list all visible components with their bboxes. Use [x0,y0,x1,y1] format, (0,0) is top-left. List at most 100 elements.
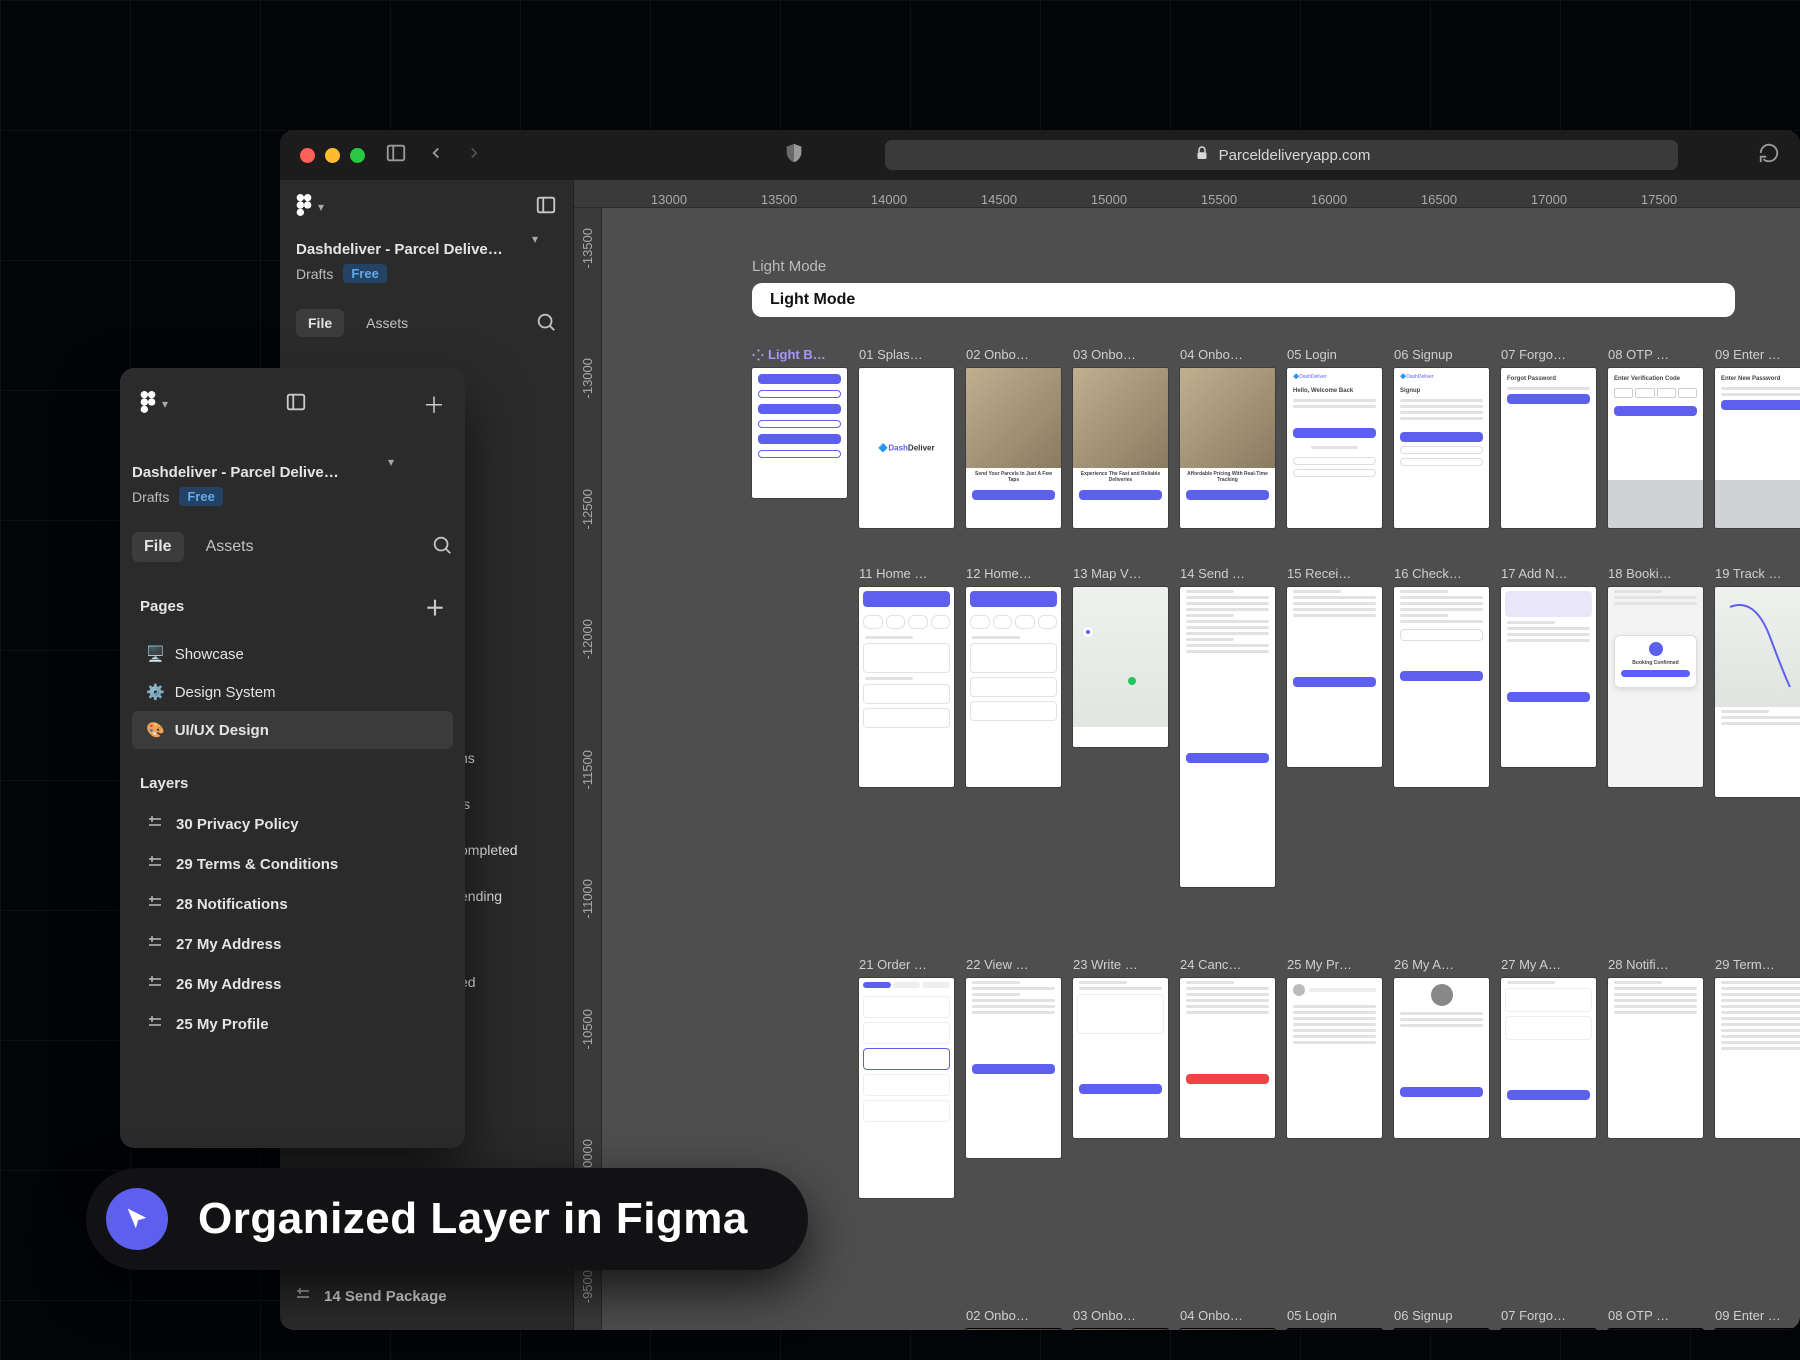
frame-title[interactable]: 17 Add N… [1501,566,1596,581]
search-icon[interactable] [535,311,557,336]
frame-title[interactable]: 07 Forgo… [1501,1308,1596,1323]
frame-title[interactable]: 24 Canc… [1180,957,1275,972]
frame-thumb[interactable]: Forgot Password [1501,368,1596,528]
layer-item[interactable]: 28 Notifications [132,884,453,924]
chevron-down-icon[interactable]: ▾ [162,397,168,411]
page-item-design-system[interactable]: ⚙️ Design System [132,673,453,711]
frame-thumb[interactable] [1073,587,1168,747]
frame-thumb[interactable] [1180,587,1275,887]
frame-thumb[interactable]: Send Your Parcels In Just A Few Taps [966,368,1061,528]
shield-icon[interactable] [783,142,805,169]
frame-title[interactable]: 25 My Pr… [1287,957,1382,972]
frame-title[interactable]: 03 Onbo… [1073,1308,1168,1323]
frame-thumb[interactable] [966,978,1061,1158]
frame-thumb[interactable] [966,587,1061,787]
frame-title[interactable]: 02 Onbo… [966,1308,1061,1323]
reload-icon[interactable] [1758,142,1780,169]
layer-item[interactable]: 30 Privacy Policy [132,804,453,844]
frame-title[interactable]: 04 Onbo… [1180,347,1275,362]
frame-title[interactable]: 11 Home … [859,566,954,581]
address-bar[interactable]: Parceldeliveryapp.com [885,140,1678,170]
chevron-down-icon[interactable]: ▾ [388,455,394,469]
frame-thumb[interactable]: Booking Confirmed [1608,587,1703,787]
chevron-down-icon[interactable]: ▾ [532,232,538,246]
layer-item[interactable]: 14 Send Package [294,1285,447,1307]
figma-canvas[interactable]: Light Mode Light Mode Light B… [602,208,1800,1330]
frame-title[interactable]: 01 Splas… [859,347,954,362]
frame-thumb[interactable] [1608,978,1703,1138]
frame-thumb[interactable]: Experience The Fast and Reliable Deliver… [1073,368,1168,528]
frame-thumb[interactable]: Enter New Password [1715,368,1800,528]
frame-title[interactable]: 06 Signup [1394,347,1489,362]
frame-thumb[interactable] [1715,587,1800,797]
frame-thumb[interactable]: Enter New Password [1715,1329,1800,1330]
frame-thumb[interactable] [966,1329,1061,1330]
frame-title[interactable]: 07 Forgo… [1501,347,1596,362]
free-badge[interactable]: Free [343,264,386,283]
page-item-showcase[interactable]: 🖥️ Showcase [132,635,453,673]
frame-title[interactable]: 21 Order … [859,957,954,972]
frame-title[interactable]: 06 Signup [1394,1308,1489,1323]
minimize-icon[interactable] [325,148,340,163]
section-title-pill[interactable]: Light Mode [752,283,1735,317]
layer-item[interactable]: 25 My Profile [132,1004,453,1044]
frame-title[interactable]: 13 Map V… [1073,566,1168,581]
add-page-icon[interactable]: ＋ [425,592,445,621]
frame-title[interactable]: 19 Track … [1715,566,1800,581]
file-title[interactable]: Dashdeliver - Parcel Delive… [296,241,526,258]
tab-file[interactable]: File [296,309,344,337]
panel-toggle-icon[interactable] [535,194,557,219]
frame-thumb[interactable] [1180,978,1275,1138]
window-controls[interactable] [300,148,365,163]
frame-thumb[interactable] [752,368,847,498]
frame-thumb[interactable] [1394,978,1489,1138]
frame-thumb[interactable] [1501,587,1596,767]
frame-thumb[interactable] [1287,587,1382,767]
frame-title[interactable]: 02 Onbo… [966,347,1061,362]
layer-item[interactable]: 27 My Address [132,924,453,964]
frame-title[interactable]: 22 View … [966,957,1061,972]
panel-toggle-icon[interactable] [285,391,307,418]
frame-title[interactable]: 03 Onbo… [1073,347,1168,362]
frame-title[interactable]: 12 Home… [966,566,1061,581]
frame-title[interactable]: 23 Write … [1073,957,1168,972]
frame-thumb[interactable] [1715,978,1800,1138]
frame-thumb[interactable]: Enter Verification Code [1608,368,1703,528]
frame-title[interactable]: 08 OTP … [1608,347,1703,362]
frame-title[interactable]: 26 My A… [1394,957,1489,972]
frame-thumb[interactable]: Affordable Pricing With Real-Time Tracki… [1180,368,1275,528]
frame-thumb[interactable]: Forgot Password [1501,1329,1596,1330]
frame-thumb[interactable] [1180,1329,1275,1330]
frame-title[interactable]: Light B… [752,347,847,362]
add-icon[interactable]: ＋ [423,388,445,420]
page-item-uiux-design[interactable]: 🎨 UI/UX Design [132,711,453,749]
chevron-down-icon[interactable]: ▾ [318,200,324,214]
file-location[interactable]: Drafts [132,489,169,505]
tab-file[interactable]: File [132,532,184,562]
frame-thumb[interactable] [1501,978,1596,1138]
frame-thumb[interactable]: 🔷DashDeliver Signup [1394,368,1489,528]
search-icon[interactable] [431,534,453,561]
file-location[interactable]: Drafts [296,266,333,282]
frame-title[interactable]: 05 Login [1287,347,1382,362]
frame-thumb[interactable] [1287,978,1382,1138]
frame-thumb[interactable]: 🔷DashDeliver Hello, Welcome Back [1287,368,1382,528]
frame-thumb[interactable]: 🔷DashDeliver [859,368,954,528]
frame-thumb[interactable] [1073,1329,1168,1330]
frame-thumb[interactable] [1073,978,1168,1138]
free-badge[interactable]: Free [179,487,222,506]
frame-title[interactable]: 16 Check… [1394,566,1489,581]
close-icon[interactable] [300,148,315,163]
tab-assets[interactable]: Assets [366,315,408,331]
figma-logo-icon[interactable] [140,391,156,418]
frame-thumb[interactable]: 🔷DashDeliverHello, Welcome Back [1287,1329,1382,1330]
sidebar-toggle-icon[interactable] [385,142,407,169]
tab-assets[interactable]: Assets [206,538,254,556]
frame-thumb[interactable] [859,587,954,787]
layer-item[interactable]: 26 My Address [132,964,453,1004]
frame-thumb[interactable]: Enter Verification Code [1608,1329,1703,1330]
maximize-icon[interactable] [350,148,365,163]
frame-title[interactable]: 04 Onbo… [1180,1308,1275,1323]
file-title[interactable]: Dashdeliver - Parcel Delive… [132,464,382,481]
frame-title[interactable]: 08 OTP … [1608,1308,1703,1323]
